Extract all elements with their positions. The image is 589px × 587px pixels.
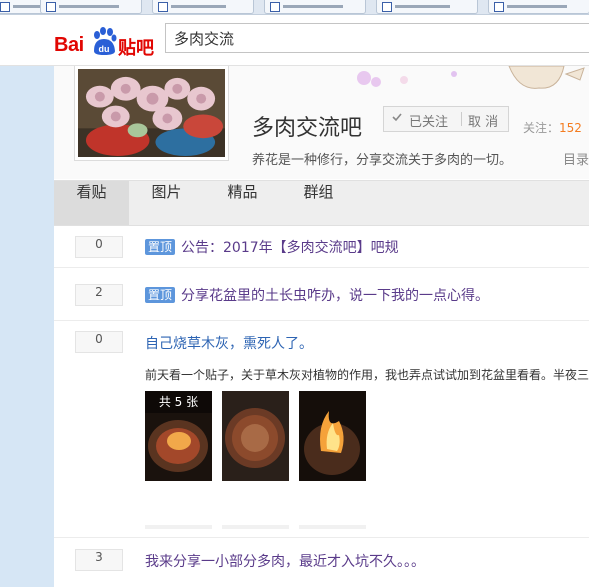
thread-row: 3 我来分享一小部分多肉，最近才入坑不久。。。 xyxy=(54,538,589,587)
followers-label: 关注： xyxy=(523,121,560,135)
page-favicon-icon xyxy=(494,2,504,12)
thread-abstract: 前天看一个贴子，关于草木灰对植物的作用，我也弄点试试加到花盆里看看。半夜三 xyxy=(145,368,589,382)
thread-image[interactable]: 共 5 张 xyxy=(145,391,212,481)
thumb-shadow xyxy=(222,525,289,529)
reply-count: 2 xyxy=(75,284,123,306)
paw-icon: du xyxy=(94,27,117,55)
browser-tab-label xyxy=(283,5,343,8)
site-header: Bai du 贴吧 xyxy=(0,15,589,66)
unfollow-button[interactable]: 取 消 xyxy=(468,111,498,130)
tab-threads[interactable]: 看贴 xyxy=(54,181,129,225)
forum-slogan: 养花是一种修行，分享交流关于多肉的一切。 xyxy=(252,153,513,168)
thread-title[interactable]: 我来分享一小部分多肉，最近才入坑不久。。。 xyxy=(145,551,425,571)
baidu-tieba-logo[interactable]: Bai du 贴吧 xyxy=(54,26,158,59)
banner-illustration xyxy=(357,66,585,89)
image-count-label: 共 5 张 xyxy=(145,391,212,413)
followers-stat: 关注：152 xyxy=(523,119,582,136)
logo-text-tieba: 贴吧 xyxy=(118,38,154,59)
follow-status-box: 已关注 取 消 xyxy=(383,106,509,132)
flame-photo xyxy=(299,391,366,481)
browser-tab-label xyxy=(59,5,119,8)
thread-image[interactable] xyxy=(222,391,289,481)
pinned-badge: 置顶 xyxy=(145,239,176,255)
thumb-shadow xyxy=(299,525,366,529)
browser-tab[interactable] xyxy=(488,0,589,14)
browser-tab-label xyxy=(171,5,226,8)
thread-title-text: 公告：2017年【多肉交流吧】吧规 xyxy=(181,240,399,256)
thread-title[interactable]: 置顶 分享花盆里的土长虫咋办，说一下我的一点心得。 xyxy=(145,285,489,305)
follow-divider xyxy=(461,112,462,126)
search-box xyxy=(165,23,589,53)
thread-title-text: 自己烧草木灰，熏死人了。 xyxy=(145,336,313,352)
logo-text-du: du xyxy=(99,44,110,54)
page-favicon-icon xyxy=(382,2,392,12)
thread-row: 0 置顶 公告：2017年【多肉交流吧】吧规 xyxy=(54,225,589,268)
succulent-photo xyxy=(78,69,225,157)
browser-tab[interactable] xyxy=(376,0,478,14)
forum-avatar[interactable] xyxy=(74,66,229,161)
tab-featured[interactable]: 精品 xyxy=(204,181,281,225)
tab-groups[interactable]: 群组 xyxy=(281,181,356,225)
thread-title[interactable]: 置顶 公告：2017年【多肉交流吧】吧规 xyxy=(145,237,399,257)
browser-tab[interactable] xyxy=(152,0,254,14)
page-favicon-icon xyxy=(270,2,280,12)
followers-count: 152 xyxy=(559,121,582,135)
thread-title[interactable]: 自己烧草木灰，熏死人了。 xyxy=(145,333,313,353)
thread-row: 0 自己烧草木灰，熏死人了。 前天看一个贴子，关于草木灰对植物的作用，我也弄点试… xyxy=(54,321,589,538)
ash-pot-photo xyxy=(222,391,289,481)
page-favicon-icon xyxy=(0,2,10,12)
followed-label: 已关注 xyxy=(409,115,449,130)
thumb-shadow xyxy=(145,525,212,529)
thread-row: 2 置顶 分享花盆里的土长虫咋办，说一下我的一点心得。 xyxy=(54,268,589,321)
reply-count: 0 xyxy=(75,331,123,353)
reply-count: 0 xyxy=(75,236,123,258)
browser-tab-label xyxy=(507,5,567,8)
reply-count: 3 xyxy=(75,549,123,571)
main-content: 多肉交流吧 已关注 取 消 关注：152 养花是一种修行，分享交流关于多肉的一切… xyxy=(54,66,589,587)
browser-tab-strip xyxy=(0,0,589,15)
forum-banner: 多肉交流吧 已关注 取 消 关注：152 养花是一种修行，分享交流关于多肉的一切… xyxy=(54,66,589,179)
page-favicon-icon xyxy=(46,2,56,12)
tab-pictures[interactable]: 图片 xyxy=(129,181,204,225)
catalog-link[interactable]: 目录 xyxy=(563,149,589,168)
checkmark-icon xyxy=(392,113,402,122)
search-input[interactable] xyxy=(166,24,589,52)
page-favicon-icon xyxy=(158,2,168,12)
browser-tab[interactable] xyxy=(40,0,142,14)
browser-tab-label xyxy=(395,5,450,8)
logo-text-bai: Bai xyxy=(54,34,84,56)
forum-tab-bar: 看贴 图片 精品 群组 xyxy=(54,180,589,226)
thread-title-text: 分享花盆里的土长虫咋办，说一下我的一点心得。 xyxy=(181,288,490,304)
browser-tab[interactable] xyxy=(264,0,366,14)
pinned-badge: 置顶 xyxy=(145,287,176,303)
thread-title-text: 我来分享一小部分多肉，最近才入坑不久。。。 xyxy=(145,554,425,570)
thread-image[interactable] xyxy=(299,391,366,481)
forum-name: 多肉交流吧 xyxy=(252,116,363,141)
